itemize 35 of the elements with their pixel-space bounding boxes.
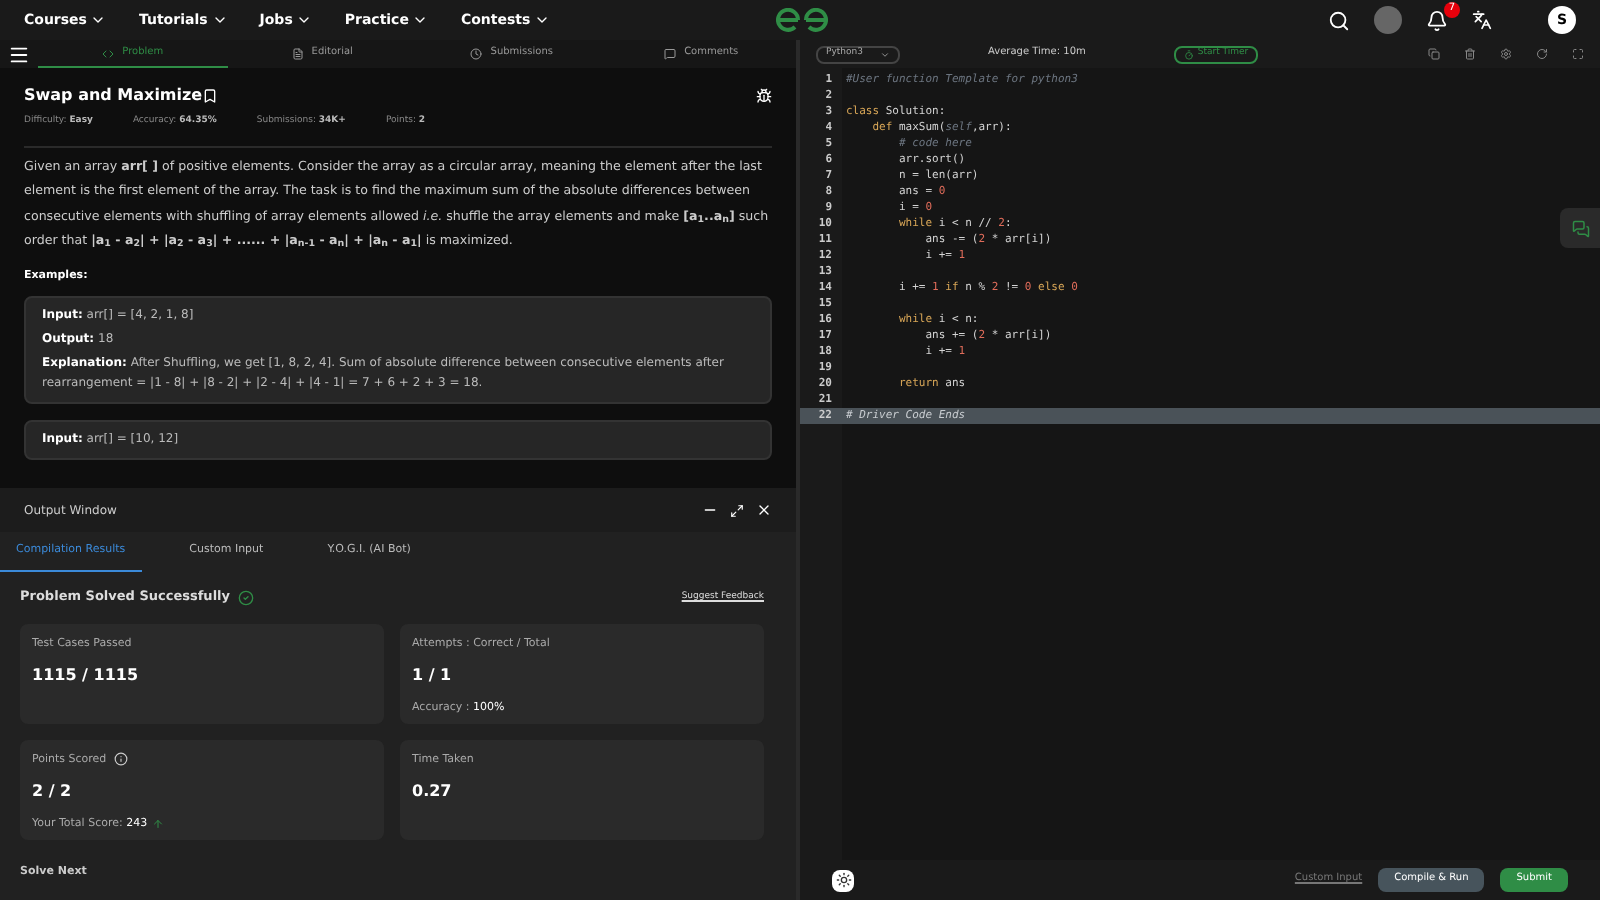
bug-icon[interactable] [756, 88, 772, 104]
theme-toggle[interactable] [1374, 6, 1402, 34]
chevron-icon [211, 12, 228, 28]
card-value: 1115 / 1115 [32, 664, 141, 688]
chevron-icon [412, 12, 429, 28]
chat-icon [664, 47, 677, 59]
chat-button[interactable] [1560, 208, 1600, 248]
chevron-icon [534, 12, 551, 28]
close-icon[interactable] [756, 502, 772, 518]
problem-title: Swap and Maximize [24, 84, 203, 108]
copy-icon[interactable] [1428, 48, 1440, 60]
clock-icon [470, 47, 483, 59]
sun-icon [835, 872, 851, 888]
check-icon [238, 589, 255, 606]
search-icon[interactable] [1328, 9, 1350, 31]
card-value: 0.27 [412, 780, 454, 804]
bookmark-icon[interactable] [202, 88, 219, 104]
logo-icon [776, 8, 828, 32]
document-icon [291, 47, 304, 59]
translate-icon[interactable] [1472, 10, 1492, 30]
chevron-icon [90, 12, 107, 28]
timer-icon [1183, 49, 1194, 59]
chat-icon [1571, 219, 1589, 237]
expand-icon[interactable] [730, 503, 744, 517]
card-value: 1 / 1 [412, 664, 454, 688]
settings-icon[interactable] [1500, 48, 1512, 60]
chevron-icon [296, 12, 313, 28]
card-value: 2 / 2 [32, 780, 74, 804]
menu-icon[interactable] [8, 43, 30, 65]
brightness-button[interactable] [832, 869, 854, 891]
bell-icon[interactable] [1426, 9, 1448, 31]
reset-icon[interactable] [1536, 48, 1548, 60]
delete-icon[interactable] [1464, 48, 1476, 60]
chevron-icon [880, 49, 890, 59]
code-icon [102, 47, 115, 59]
